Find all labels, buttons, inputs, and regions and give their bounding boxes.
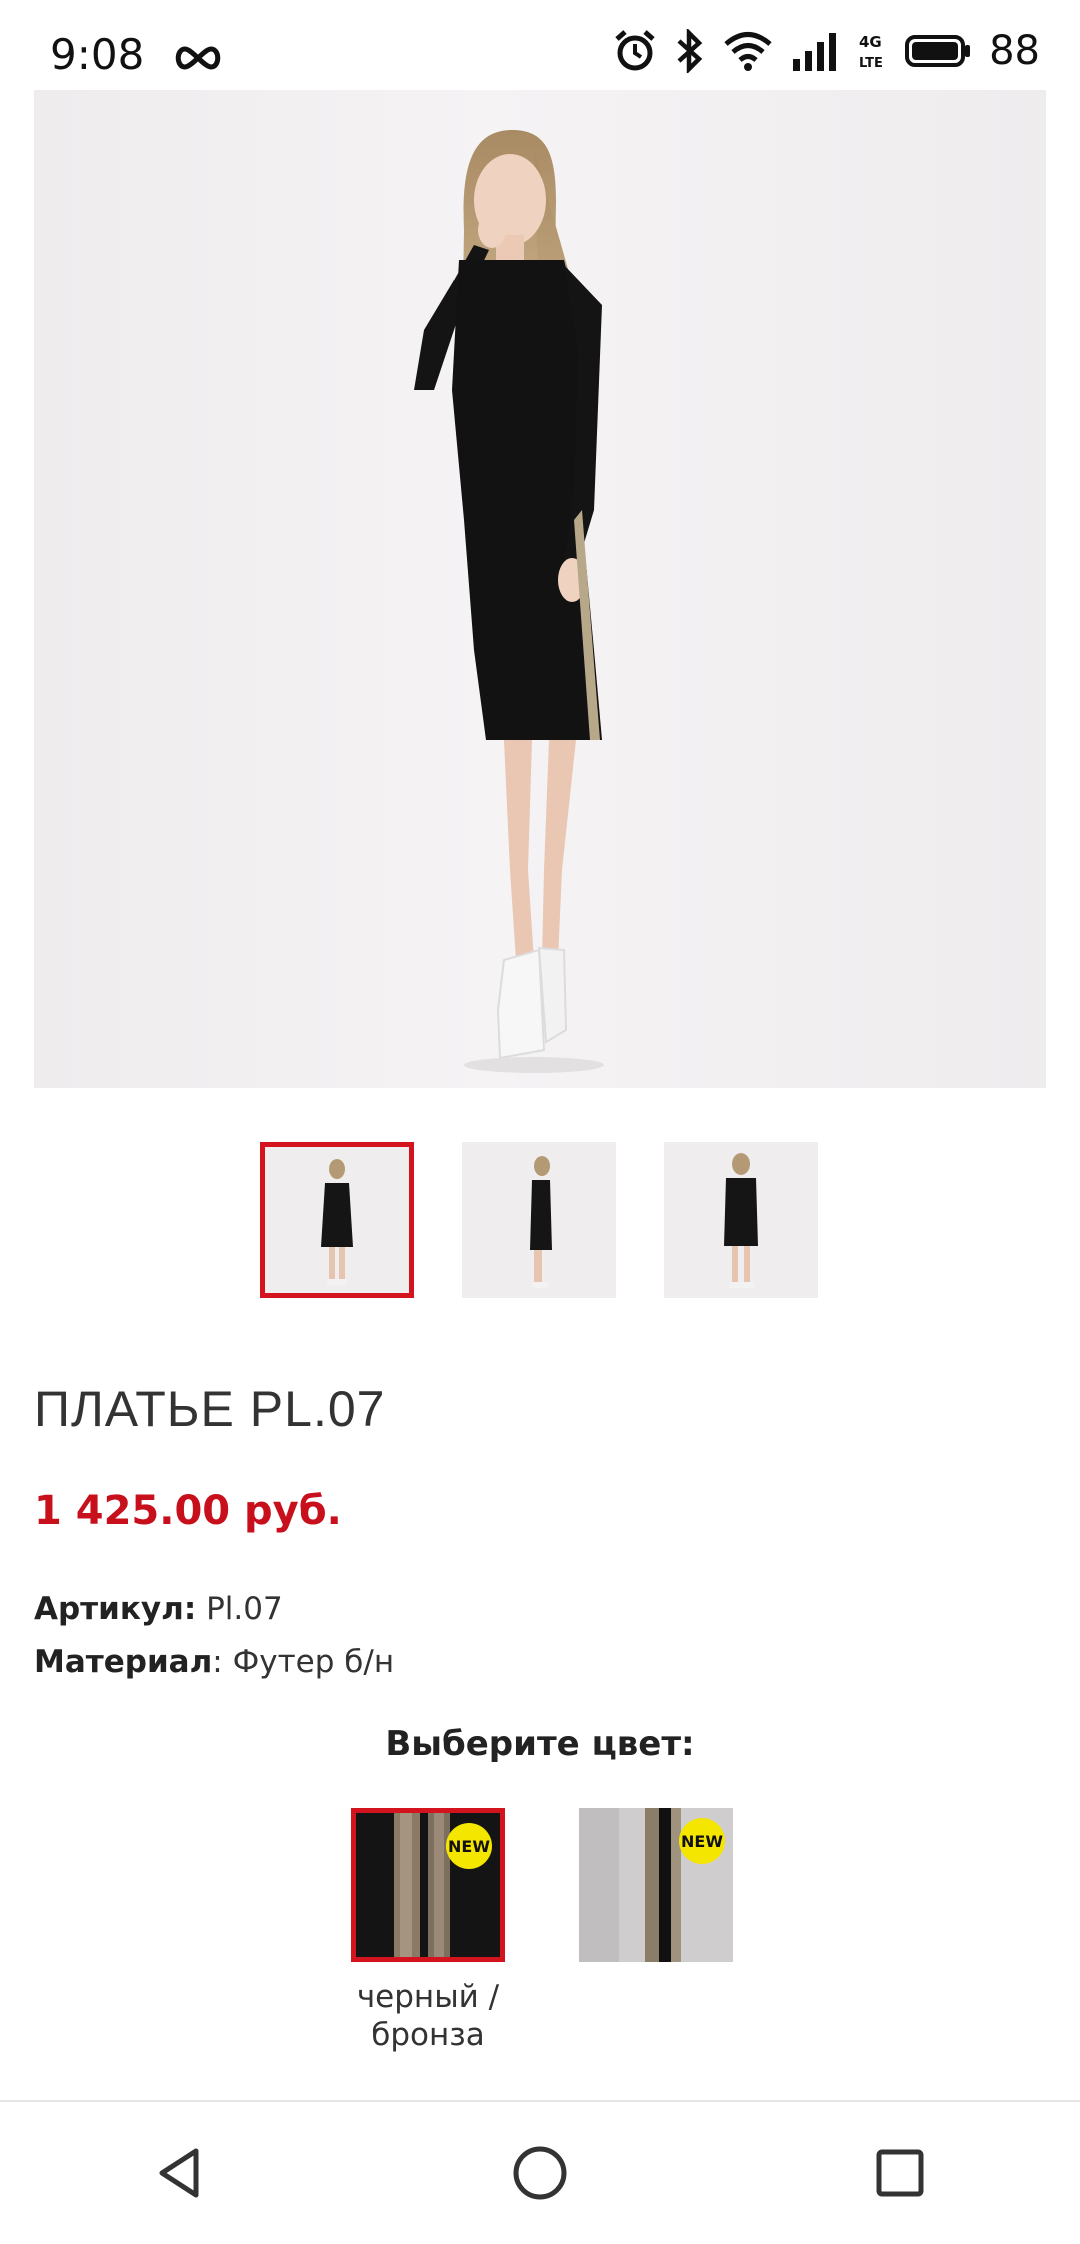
color-option[interactable]: NEW <box>578 1808 734 2054</box>
svg-text:4G: 4G <box>859 33 882 51</box>
thumbnail-gallery <box>260 1142 818 1298</box>
product-main-image[interactable] <box>34 90 1046 1088</box>
recents-icon <box>876 2149 924 2197</box>
back-icon <box>159 2148 199 2198</box>
battery-level: 88 <box>989 28 1040 74</box>
article-label: Артикул: <box>34 1591 197 1627</box>
status-time: 9:08 <box>50 30 224 79</box>
thumbnail-back[interactable] <box>664 1142 818 1298</box>
status-bar: 9:08 4G LTE 88 <box>0 0 1080 90</box>
svg-text:LTE: LTE <box>859 56 883 71</box>
material-row: Материал: Футер б/н <box>34 1644 394 1680</box>
color-heading: Выберите цвет: <box>385 1724 695 1764</box>
thumbnail-front[interactable] <box>260 1142 414 1298</box>
new-badge: NEW <box>679 1818 725 1864</box>
system-nav-bar <box>0 2100 1080 2244</box>
bluetooth-icon <box>677 29 703 73</box>
new-badge: NEW <box>446 1823 492 1869</box>
battery-icon <box>905 35 971 67</box>
color-swatch-black-bronze[interactable]: NEW <box>351 1808 505 1962</box>
color-swatch-grey[interactable]: NEW <box>579 1808 733 1962</box>
color-options: NEW черный / бронза NEW <box>350 1808 734 2054</box>
lte-icon: 4G LTE <box>859 33 883 71</box>
wifi-icon <box>724 32 772 71</box>
recents-button[interactable] <box>840 2113 960 2233</box>
material-label: Материал <box>34 1644 213 1680</box>
article-value: Pl.07 <box>196 1591 283 1627</box>
thumbnail-image <box>724 1153 758 1288</box>
material-value: : Футер б/н <box>212 1644 395 1680</box>
thumbnail-image <box>321 1159 353 1285</box>
thumbnail-side[interactable] <box>462 1142 616 1298</box>
product-price: 1 425.00 руб. <box>34 1488 342 1534</box>
alarm-icon <box>615 30 655 71</box>
thumbnail-image <box>530 1156 552 1288</box>
product-title: ПЛАТЬЕ PL.07 <box>34 1381 386 1437</box>
infinity-icon <box>175 45 220 70</box>
home-icon <box>513 2146 567 2200</box>
home-button[interactable] <box>480 2113 600 2233</box>
model-photo <box>414 130 604 1073</box>
back-button[interactable] <box>120 2113 240 2233</box>
article-row: Артикул: Pl.07 <box>34 1591 283 1627</box>
status-icons: 4G LTE 88 <box>613 28 1040 74</box>
color-option[interactable]: NEW черный / бронза <box>350 1808 506 2054</box>
color-option-label: черный / бронза <box>356 1979 500 2053</box>
signal-icon <box>793 33 837 71</box>
